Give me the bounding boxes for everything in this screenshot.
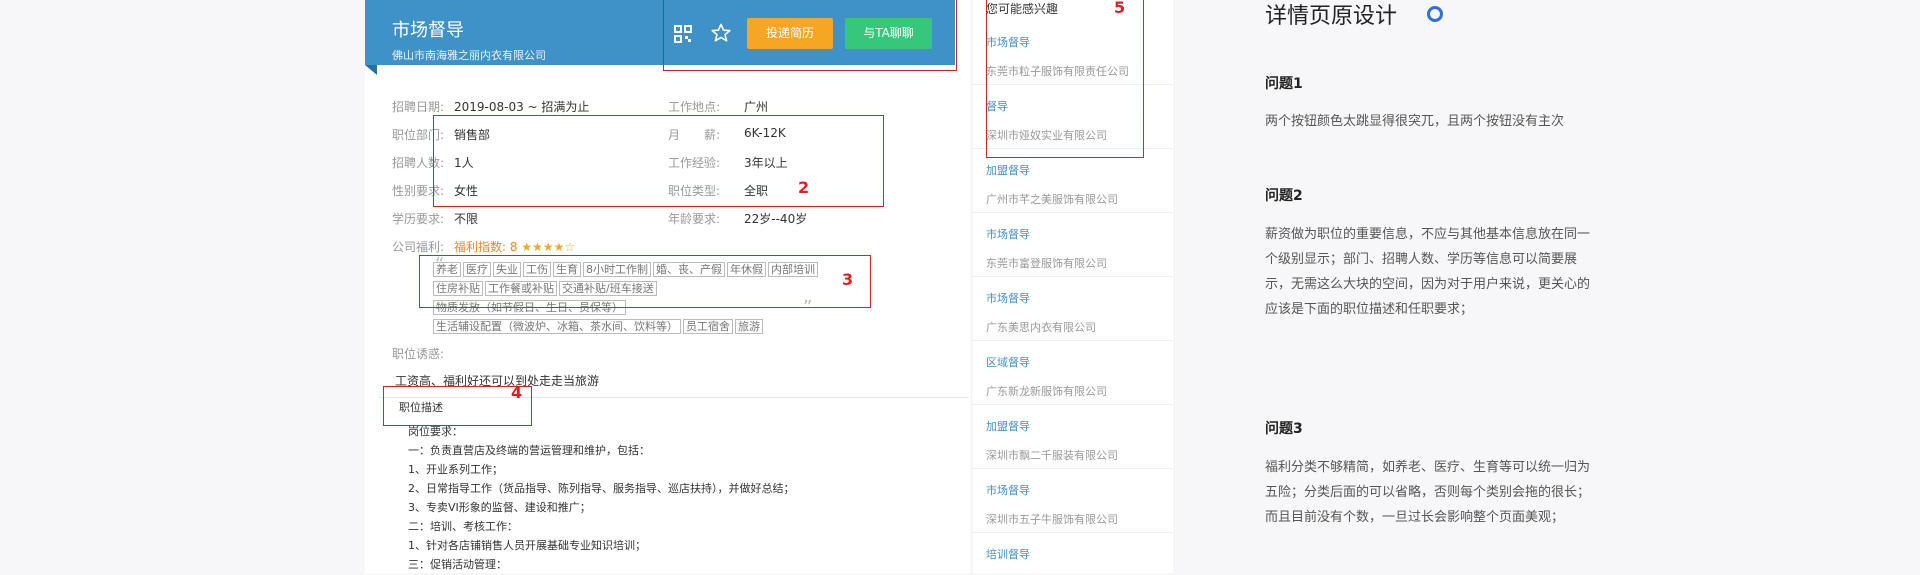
banner-ribbon-fold: [365, 65, 377, 75]
description-line: 1、开业系列工作；: [408, 463, 503, 476]
recommendation-company: 东莞市富登服饰有限公司: [986, 257, 1107, 270]
ring-icon: [1427, 6, 1443, 22]
recommendation-title[interactable]: 市场督导: [986, 290, 1166, 306]
recruit-date-row: 招聘日期: 2019-08-03 ~ 招满为止: [392, 98, 589, 115]
age-value: 22岁--40岁: [744, 212, 808, 226]
recommendation-item[interactable]: 区域督导广东新龙新服饰有限公司: [986, 354, 1166, 399]
recommendation-title[interactable]: 加盟督导: [986, 162, 1166, 178]
recommendation-separator: [973, 532, 1173, 533]
annotation-box-4: [383, 386, 532, 426]
annotation-box-2: [433, 115, 884, 207]
recommendation-item[interactable]: 加盟督导广州市芊之美服饰有限公司: [986, 162, 1166, 207]
location-row: 工作地点: 广州: [668, 98, 768, 115]
annotation-label-2: 2: [798, 178, 810, 197]
recommendation-item[interactable]: 加盟督导深圳市飘二千服装有限公司: [986, 418, 1166, 463]
recommendations-panel: 您可能感兴趣 市场督导 东莞市粒子服饰有限责任公司 督导 深圳市娅奴实业有限公司 加盟督…: [973, 0, 1173, 573]
location-label: 工作地点:: [668, 100, 721, 114]
recommendation-company: 广州市芊之美服饰有限公司: [986, 193, 1118, 206]
attraction-label: 职位诱惑:: [392, 345, 444, 362]
annotation-box-3: [419, 255, 871, 308]
annotation-box-1: [663, 0, 957, 71]
recommendation-company: 深圳市五子牛服饰有限公司: [986, 513, 1118, 526]
benefit-tag: 员工宿舍: [683, 319, 733, 334]
benefit-tag: 旅游: [735, 319, 763, 334]
recommendation-title[interactable]: 加盟督导: [986, 418, 1166, 434]
recommendation-separator: [973, 468, 1173, 469]
benefit-tag: 生活辅设配置（微波炉、冰箱、茶水间、饮料等）: [433, 319, 681, 334]
benefits-label: 公司福利:: [392, 240, 445, 254]
annotation-label-5: 5: [1114, 0, 1126, 17]
location-value: 广州: [744, 100, 769, 114]
recommendation-item[interactable]: 培训督导: [986, 546, 1166, 575]
description-line: 一：负责直营店及终端的营运管理和维护，包括：: [408, 444, 650, 457]
description-line: 3、专卖VI形象的监督、建设和推广；: [408, 501, 591, 514]
annotation-label-4: 4: [511, 383, 523, 402]
recommendation-title[interactable]: 市场督导: [986, 226, 1166, 242]
notes-title: 详情页原设计: [1265, 4, 1398, 29]
description-line: 2、日常指导工作（货品指导、陈列指导、服务指导、巡店扶持），并做好总结；: [408, 482, 795, 495]
issue-2-text: 薪资做为职位的重要信息，不应与其他基本信息放在同一个级别显示；部门、招聘人数、学…: [1265, 227, 1591, 317]
recommendation-item[interactable]: 市场督导东莞市富登服饰有限公司: [986, 226, 1166, 271]
recommendation-separator: [973, 404, 1173, 405]
description-line: 1、针对各店铺销售人员开展基础专业知识培训；: [408, 539, 646, 552]
description-line: 二：培训、考核工作：: [408, 520, 518, 533]
job-detail-panel: 市场督导 佛山市南海雅之丽内衣有限公司 投递简历 与TA聊聊 招聘日期: 201…: [365, 0, 970, 573]
recommendation-company: 广东美思内衣有限公司: [986, 321, 1096, 334]
recommendation-separator: [973, 276, 1173, 277]
company-name[interactable]: 佛山市南海雅之丽内衣有限公司: [392, 47, 546, 63]
annotation-label-3: 3: [842, 270, 854, 289]
recruit-date-value: 2019-08-03 ~ 招满为止: [454, 100, 590, 114]
recommendation-title[interactable]: 培训督导: [986, 546, 1166, 562]
recruit-date-label: 招聘日期:: [392, 100, 445, 114]
recommendation-company: 深圳市飘二千服装有限公司: [986, 449, 1118, 462]
issue-2-title: 问题2: [1265, 188, 1303, 204]
recommendation-title[interactable]: 市场督导: [986, 482, 1166, 498]
benefit-index: 福利指数: 8: [454, 240, 518, 254]
issue-3-title: 问题3: [1265, 421, 1303, 437]
issue-1-text: 两个按钮颜色太跳显得很突兀，且两个按钮没有主次: [1265, 114, 1565, 129]
recommendation-separator: [973, 212, 1173, 213]
description-line: 三：促销活动管理：: [408, 558, 507, 571]
job-title: 市场督导: [392, 20, 464, 41]
annotation-box-5: [986, 0, 1144, 158]
age-row: 年龄要求: 22岁--40岁: [668, 210, 807, 227]
recommendation-item[interactable]: 市场督导广东美思内衣有限公司: [986, 290, 1166, 335]
education-row: 学历要求: 不限: [392, 210, 478, 227]
recommendation-separator: [973, 340, 1173, 341]
recommendation-title[interactable]: 区域督导: [986, 354, 1166, 370]
education-value: 不限: [454, 212, 479, 226]
age-label: 年龄要求:: [668, 212, 721, 226]
recommendation-item[interactable]: 市场督导深圳市五子牛服饰有限公司: [986, 482, 1166, 527]
attraction-label-text: 职位诱惑:: [392, 347, 445, 361]
benefit-stars: ★★★★☆: [521, 240, 576, 254]
education-label: 学历要求:: [392, 212, 445, 226]
benefits-row: 公司福利: 福利指数: 8 ★★★★☆: [392, 238, 575, 255]
issue-1-title: 问题1: [1265, 76, 1303, 92]
issue-3-text: 福利分类不够精简，如养老、医疗、生育等可以统一归为五险；分类后面的可以省略，否则…: [1265, 460, 1591, 525]
recommendation-company: 广东新龙新服饰有限公司: [986, 385, 1107, 398]
